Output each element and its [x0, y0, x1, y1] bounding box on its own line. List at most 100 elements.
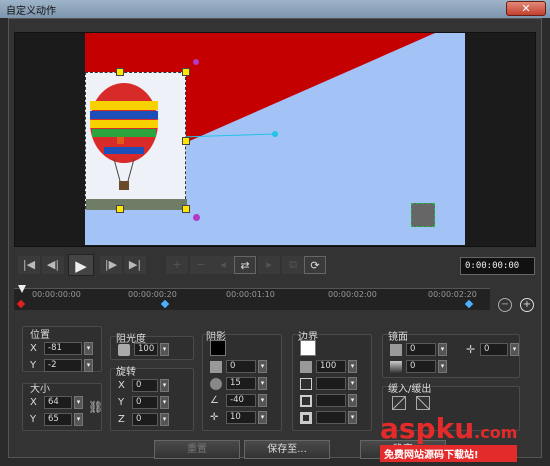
position-x-spinner[interactable]: ▾ [84, 342, 93, 355]
window-title: 自定义动作 [6, 6, 56, 17]
size-y-input[interactable]: 65 [44, 413, 72, 426]
fade-in-icon[interactable] [392, 396, 406, 410]
rotation-x-label: X [118, 380, 125, 391]
shadow-angle-icon: ∠ [210, 395, 219, 406]
playhead-marker[interactable] [18, 285, 26, 293]
border-field-3[interactable] [316, 394, 346, 407]
shadow-spinner-3[interactable]: ▾ [258, 394, 267, 407]
add-keyframe-icon[interactable]: + [166, 256, 188, 274]
keyframe-end[interactable] [464, 299, 474, 309]
rotation-title: 旋转 [116, 367, 136, 378]
border-style-icon [300, 395, 312, 407]
border-field-2[interactable] [316, 377, 346, 390]
timeline-tick: 00:00:02:20 [428, 290, 477, 299]
shadow-field-1[interactable]: 0 [226, 360, 256, 373]
link-icon[interactable]: ⛓ [88, 400, 103, 414]
resize-handle-tr[interactable] [182, 68, 190, 76]
center-point[interactable] [117, 137, 124, 144]
play-button[interactable]: ▶ [68, 254, 94, 276]
border-spinner-2[interactable]: ▾ [348, 377, 357, 390]
rotation-z-spinner[interactable]: ▾ [160, 413, 169, 426]
position-y-spinner[interactable]: ▾ [84, 359, 93, 372]
prev-frame-button[interactable]: ◀| [42, 256, 64, 274]
hot-air-balloon-icon [86, 83, 187, 210]
shadow-spinner-4[interactable]: ▾ [258, 411, 267, 424]
opacity-icon [118, 344, 130, 356]
shadow-field-2[interactable]: 15 [226, 377, 256, 390]
keyframe-start[interactable] [16, 299, 26, 309]
timeline-ruler[interactable]: 00:00:00:00 00:00:00:20 00:00:01:10 00:0… [14, 285, 490, 310]
mirror-fade-icon [390, 361, 402, 373]
rotation-z-label: Z [118, 414, 125, 425]
timeline-tick: 00:00:00:00 [32, 290, 81, 299]
mirror-field-3[interactable]: 0 [480, 343, 508, 356]
rotation-y-spinner[interactable]: ▾ [160, 396, 169, 409]
size-y-label: Y [30, 414, 37, 425]
fade-out-icon[interactable] [416, 396, 430, 410]
rotate-handle-bottom[interactable] [193, 214, 200, 221]
rotation-z-input[interactable]: 0 [132, 413, 158, 426]
border-color-swatch[interactable] [300, 340, 316, 356]
border-field-1[interactable]: 100 [316, 360, 346, 373]
fade-title: 缓入/缓出 [388, 384, 432, 395]
border-field-4[interactable] [316, 411, 346, 424]
balloon-image[interactable] [85, 72, 187, 210]
mirror-field-1[interactable]: 0 [406, 343, 436, 356]
shadow-field-4[interactable]: 10 [226, 411, 256, 424]
close-button[interactable]: ✕ [506, 1, 546, 16]
watermark-main: aspku [380, 412, 475, 445]
mirror-spinner-3[interactable]: ▾ [510, 343, 519, 356]
rotation-y-input[interactable]: 0 [132, 396, 158, 409]
border-spinner-1[interactable]: ▾ [348, 360, 357, 373]
rotate-keyframe-icon[interactable]: ⟳ [304, 256, 326, 274]
border-opacity-icon [300, 361, 312, 373]
shadow-spinner-2[interactable]: ▾ [258, 377, 267, 390]
shadow-spinner-1[interactable]: ▾ [258, 360, 267, 373]
border-spinner-4[interactable]: ▾ [348, 411, 357, 424]
next-frame-button[interactable]: |▶ [100, 256, 122, 274]
swap-keyframe-icon[interactable]: ⇄ [234, 256, 256, 274]
border-width-icon [300, 378, 312, 390]
gray-square-object[interactable] [411, 203, 435, 227]
resize-handle-br[interactable] [182, 205, 190, 213]
size-x-spinner[interactable]: ▾ [74, 396, 83, 409]
save-to-button[interactable]: 保存至... [244, 440, 330, 459]
zoom-in-icon[interactable]: + [520, 298, 534, 312]
resize-handle-tl[interactable] [116, 68, 124, 76]
copy-keyframe-icon[interactable]: ⧉ [282, 256, 304, 274]
shadow-color-swatch[interactable] [210, 340, 226, 356]
remove-keyframe-icon[interactable]: − [190, 256, 212, 274]
mirror-field-2[interactable]: 0 [406, 360, 436, 373]
rotation-x-input[interactable]: 0 [132, 379, 158, 392]
mirror-offset-icon: ✛ [466, 343, 476, 356]
size-y-spinner[interactable]: ▾ [74, 413, 83, 426]
rotate-handle-top[interactable] [193, 59, 199, 65]
mirror-spinner-2[interactable]: ▾ [438, 360, 447, 373]
title-bar: 自定义动作 ✕ [0, 0, 550, 18]
resize-handle-bl[interactable] [116, 205, 124, 213]
go-end-button[interactable]: ▶| [124, 256, 146, 274]
mirror-spinner-1[interactable]: ▾ [438, 343, 447, 356]
zoom-out-icon[interactable]: − [498, 298, 512, 312]
shadow-opacity-icon [210, 361, 222, 373]
opacity-input[interactable]: 100 [134, 343, 158, 356]
resize-handle-mr[interactable] [182, 137, 190, 145]
reset-button[interactable]: 重置 [154, 440, 240, 459]
keyframe-mid[interactable] [160, 299, 170, 309]
shadow-field-3[interactable]: -40 [226, 394, 256, 407]
motion-path-point [272, 131, 278, 137]
size-x-input[interactable]: 64 [44, 396, 72, 409]
position-y-input[interactable]: -2 [44, 359, 82, 372]
go-start-button[interactable]: |◀ [18, 256, 40, 274]
rotation-x-spinner[interactable]: ▾ [160, 379, 169, 392]
next-keyframe-icon[interactable]: ▸ [258, 256, 280, 274]
prev-keyframe-icon[interactable]: ◂ [212, 256, 234, 274]
position-x-input[interactable]: -81 [44, 342, 82, 355]
watermark-tld: .com [474, 423, 518, 442]
opacity-spinner[interactable]: ▾ [160, 343, 169, 356]
border-spinner-3[interactable]: ▾ [348, 394, 357, 407]
mirror-opacity-icon [390, 344, 402, 356]
position-x-label: X [30, 343, 37, 354]
shadow-distance-icon: ✛ [210, 412, 219, 423]
timecode-display[interactable]: 0:00:00:00 [460, 257, 535, 275]
